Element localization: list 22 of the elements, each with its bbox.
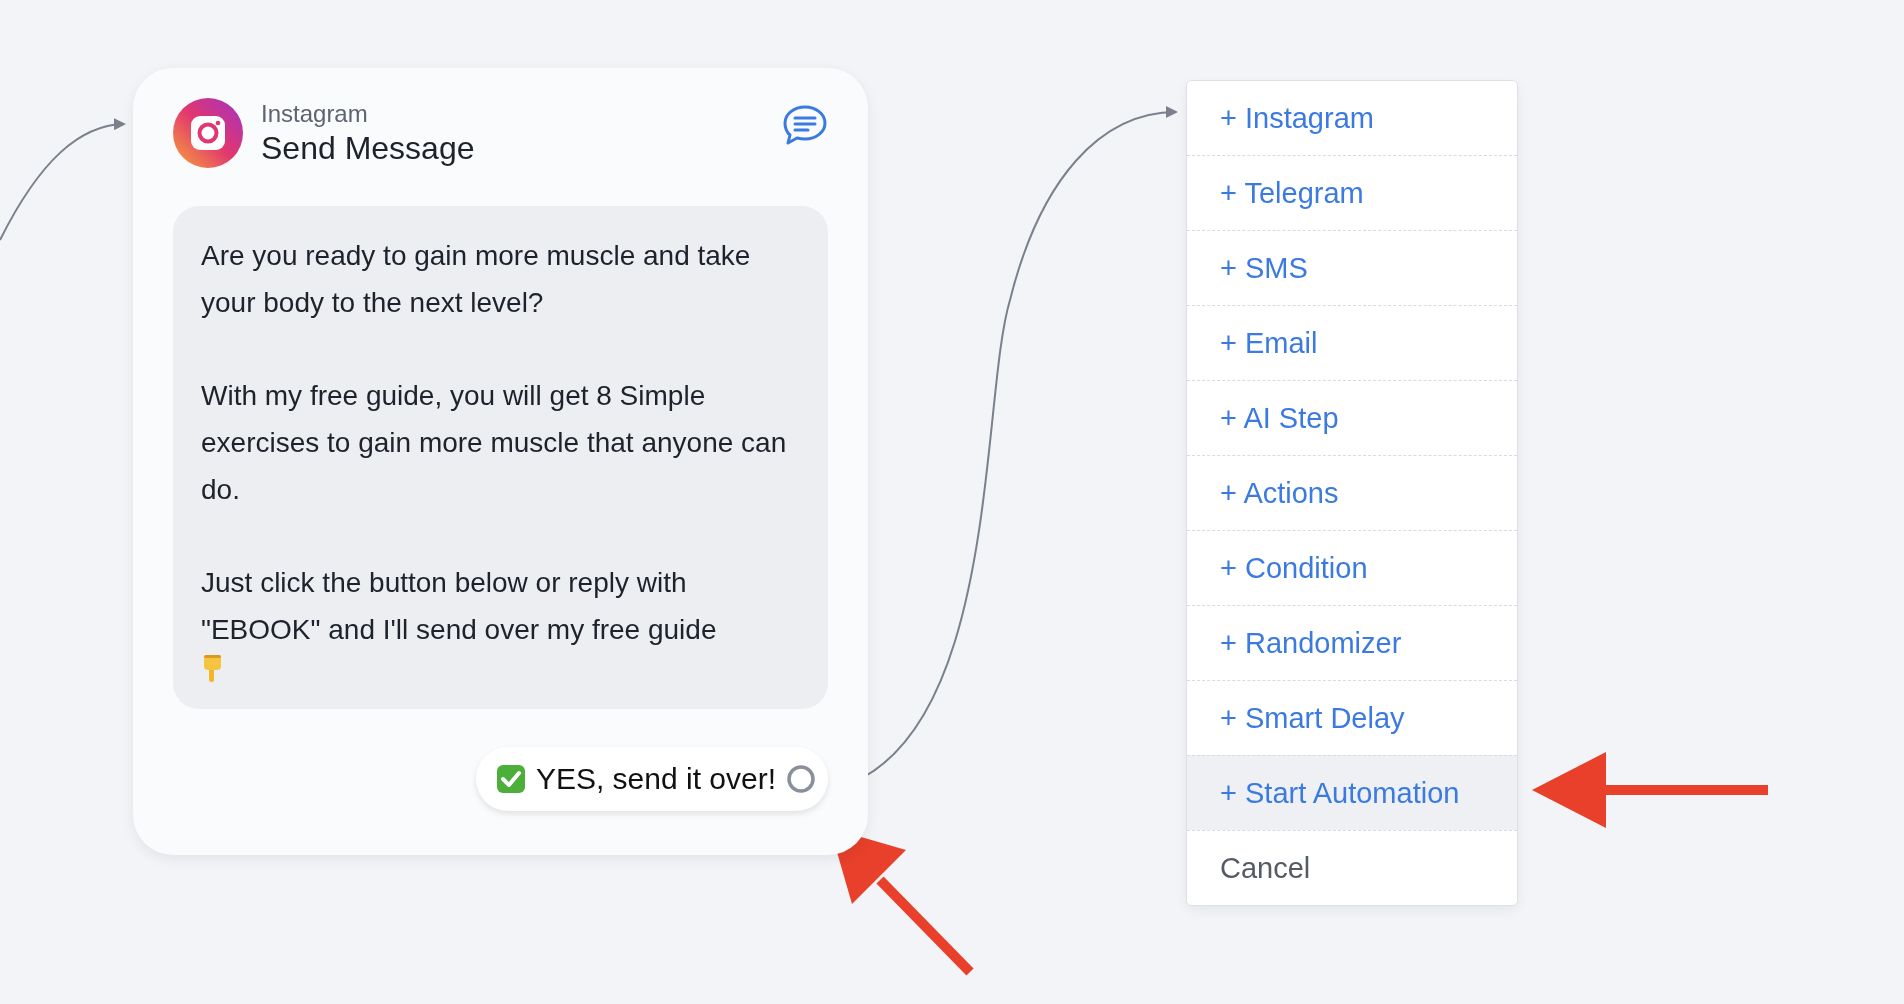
connection-port-icon[interactable] bbox=[786, 764, 816, 794]
message-node-card[interactable] bbox=[133, 68, 868, 855]
message-text: With my free guide, you will get 8 Simple exercises to gain more muscle that anyone can do. bbox=[201, 379, 788, 507]
menu-item[interactable]: + Instagram bbox=[1187, 81, 1517, 155]
message-text: Just click the button below or reply with "EBOOK" and I'll send over my free guide bbox=[201, 566, 718, 647]
cancel-menu-item[interactable]: Cancel bbox=[1187, 830, 1517, 905]
menu-item[interactable]: + Start Automation bbox=[1187, 755, 1517, 830]
instagram-icon bbox=[173, 98, 243, 168]
quick-reply-button[interactable]: YES, send it over! bbox=[475, 747, 828, 811]
menu-item[interactable]: + Randomizer bbox=[1187, 605, 1517, 680]
checkmark-icon bbox=[495, 764, 526, 794]
menu-item[interactable]: + Actions bbox=[1187, 455, 1517, 530]
menu-item[interactable]: + Telegram bbox=[1187, 155, 1517, 230]
menu-item[interactable]: + Email bbox=[1187, 305, 1517, 380]
node-title: Send Message bbox=[261, 129, 475, 167]
platform-label: Instagram bbox=[261, 99, 369, 128]
menu-item[interactable]: + Condition bbox=[1187, 530, 1517, 605]
menu-item[interactable]: + SMS bbox=[1187, 230, 1517, 305]
menu-item[interactable]: + AI Step bbox=[1187, 380, 1517, 455]
menu-item[interactable]: + Smart Delay bbox=[1187, 680, 1517, 755]
chat-bubble-icon[interactable] bbox=[782, 104, 828, 146]
message-text: Are you ready to gain more muscle and take your body to the next level? bbox=[201, 239, 752, 320]
